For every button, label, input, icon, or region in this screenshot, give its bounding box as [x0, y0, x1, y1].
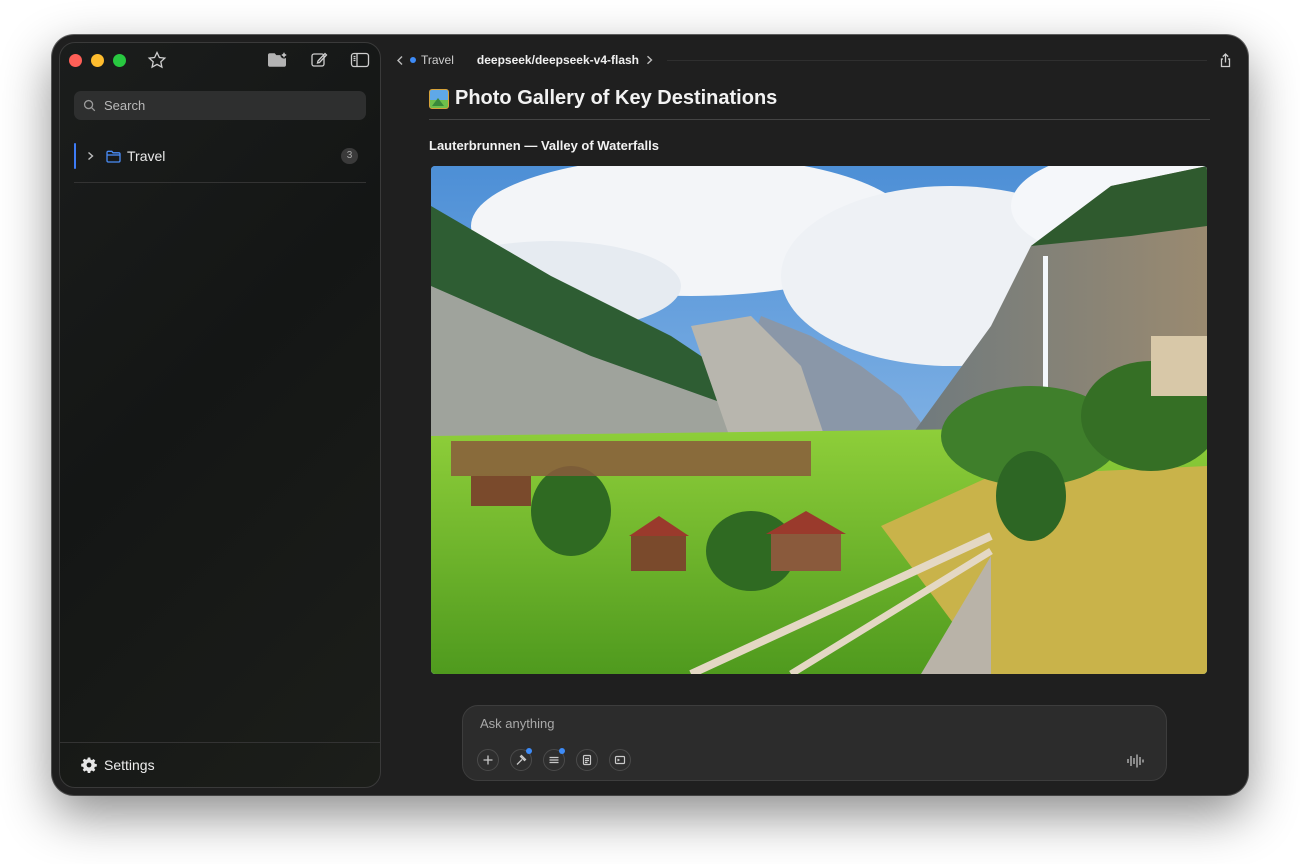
gear-icon — [81, 757, 97, 773]
sidebar-item-travel[interactable]: Travel 3 — [74, 143, 366, 169]
footer-divider — [60, 742, 380, 743]
settings-label: Settings — [104, 757, 155, 773]
search-input[interactable]: Search — [74, 91, 366, 120]
sidebar: Search Travel 3 Settings — [59, 42, 381, 788]
hammer-icon — [516, 754, 527, 765]
folder-color-dot — [410, 57, 416, 63]
options-button[interactable] — [543, 748, 565, 771]
tools-button[interactable] — [510, 748, 532, 771]
maximize-window-button[interactable] — [113, 54, 126, 67]
chevron-left-icon[interactable] — [396, 55, 404, 66]
folder-icon — [106, 150, 121, 163]
sliders-icon — [549, 756, 559, 764]
section-title: Lauterbrunnen — Valley of Waterfalls — [429, 138, 659, 153]
heading-divider — [429, 119, 1210, 120]
chevron-right-icon[interactable] — [646, 55, 653, 65]
plus-icon — [483, 755, 493, 765]
voice-waveform-icon[interactable] — [1126, 753, 1144, 769]
document-icon — [582, 754, 592, 766]
sidebar-divider — [74, 182, 366, 183]
page-heading: Photo Gallery of Key Destinations — [429, 87, 777, 110]
minimize-window-button[interactable] — [91, 54, 104, 67]
composer-toolbar — [477, 748, 631, 771]
settings-button[interactable]: Settings — [81, 757, 155, 773]
destination-photo — [431, 166, 1207, 674]
chevron-right-icon[interactable] — [86, 151, 95, 161]
sidebar-item-label: Travel — [127, 148, 166, 164]
model-selector[interactable]: deepseek/deepseek-v4-flash — [477, 53, 639, 67]
composer-input[interactable]: Ask anything — [480, 716, 554, 731]
terminal-icon — [614, 755, 626, 765]
chat-composer[interactable]: Ask anything — [462, 705, 1167, 781]
compose-icon[interactable] — [309, 51, 329, 69]
search-icon — [83, 99, 96, 112]
star-icon[interactable] — [147, 51, 167, 69]
active-indicator — [526, 748, 532, 754]
search-placeholder: Search — [104, 98, 146, 113]
terminal-button[interactable] — [609, 749, 631, 771]
add-attachment-button[interactable] — [477, 749, 499, 771]
window-controls — [69, 54, 126, 67]
breadcrumb[interactable]: Travel — [421, 53, 454, 67]
item-count-badge: 3 — [341, 148, 358, 164]
active-indicator — [559, 748, 565, 754]
framed-picture-icon — [429, 88, 449, 109]
page-title: Photo Gallery of Key Destinations — [455, 87, 778, 109]
sidebar-toggle-icon[interactable] — [350, 51, 370, 69]
new-folder-icon[interactable] — [267, 51, 289, 69]
close-window-button[interactable] — [69, 54, 82, 67]
share-icon[interactable] — [1219, 52, 1232, 68]
document-button[interactable] — [576, 749, 598, 771]
topbar-divider — [667, 59, 1207, 61]
selection-indicator — [74, 143, 76, 169]
top-bar: Travel deepseek/deepseek-v4-flash — [392, 49, 1232, 71]
app-window: Search Travel 3 Settings Travel deepseek… — [52, 35, 1248, 795]
